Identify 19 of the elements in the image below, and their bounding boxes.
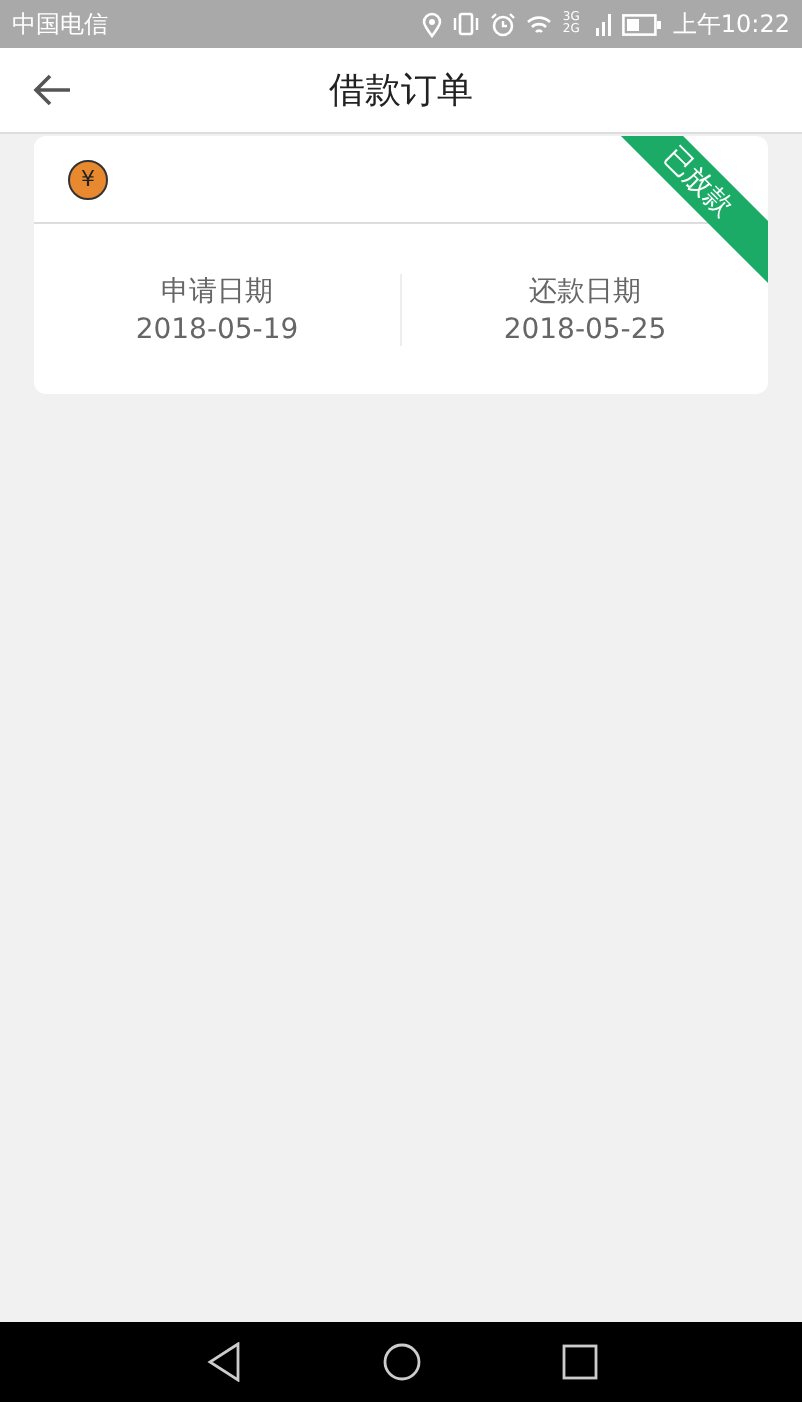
signal-icon — [596, 13, 613, 35]
page-title: 借款订单 — [329, 68, 473, 114]
date-label: 还款日期 — [529, 273, 641, 309]
date-value: 2018-05-25 — [503, 313, 667, 345]
back-icon[interactable] — [205, 1342, 241, 1382]
date-label: 申请日期 — [161, 273, 273, 309]
battery-icon — [622, 13, 663, 35]
clock-time: 上午10:22 — [672, 7, 790, 41]
vibrate-icon — [452, 12, 481, 36]
date-value: 2018-05-19 — [135, 313, 299, 345]
carrier-name: 中国电信 — [12, 7, 108, 41]
order-card[interactable]: ¥ 已放款 申请日期 2018-05-19 还款日期 2018-05-25 — [34, 136, 768, 394]
alarm-icon — [490, 11, 517, 37]
back-arrow-icon — [32, 74, 72, 106]
coin-icon: ¥ — [68, 159, 108, 199]
location-icon — [422, 11, 443, 37]
recents-icon[interactable] — [561, 1344, 597, 1380]
home-icon[interactable] — [381, 1342, 421, 1382]
wifi-icon — [526, 13, 553, 35]
